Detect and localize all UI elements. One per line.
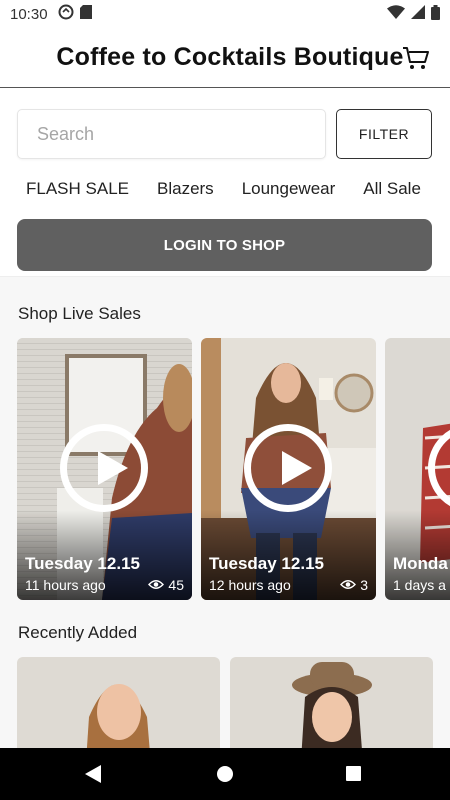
home-icon[interactable] [217,766,233,782]
live-sale-views: 3 [340,577,368,593]
recents-icon[interactable] [346,766,361,781]
category-blazers[interactable]: Blazers [143,179,228,199]
category-all-sale[interactable]: All Sale [349,179,435,199]
section-title-live-sales: Shop Live Sales [18,304,141,323]
live-sale-card[interactable]: Tuesday 12.15 11 hours ago 45 [17,338,192,600]
eye-icon [148,577,165,593]
live-sale-time: 1 days a [393,577,446,593]
live-sale-date: Tuesday 12.15 [209,554,324,573]
play-icon[interactable] [244,424,332,512]
live-sale-card[interactable]: Tuesday 12.15 12 hours ago 3 [201,338,376,600]
sync-icon [58,4,74,24]
eye-icon [340,577,357,593]
login-to-shop-button[interactable]: LOGIN TO SHOP [17,219,432,271]
status-time: 10:30 [10,5,48,23]
page-title: Coffee to Cocktails Boutique [56,43,404,71]
live-sale-time: 11 hours ago [25,577,106,593]
category-flash-sale[interactable]: FLASH SALE [0,179,143,199]
views-count: 45 [168,577,184,593]
back-icon[interactable] [85,765,101,783]
category-tabs: FLASH SALE Blazers Loungewear All Sale [0,172,450,206]
section-title-recently-added: Recently Added [18,623,138,642]
status-icons [387,4,440,24]
search-input[interactable] [17,109,326,159]
live-sale-time: 12 hours ago [209,577,291,593]
battery-icon [431,4,440,24]
system-nav-bar [0,748,450,800]
category-loungewear[interactable]: Loungewear [228,179,350,199]
cart-icon[interactable] [402,44,430,72]
play-icon[interactable] [60,424,148,512]
product-card[interactable] [17,657,220,748]
sd-card-icon [79,5,92,23]
main-content: Shop Live Sales Tuesday 12.15 11 hours a… [0,276,450,748]
live-sale-card[interactable]: Monda 1 days a [385,338,450,600]
filter-button[interactable]: FILTER [336,109,432,159]
live-sale-views: 45 [148,577,184,593]
product-thumbnail [230,657,433,748]
product-card[interactable] [230,657,433,748]
product-thumbnail [17,657,220,748]
app-header: Coffee to Cocktails Boutique [0,28,450,88]
live-sale-date: Tuesday 12.15 [25,554,140,573]
status-bar: 10:30 [0,0,450,28]
wifi-icon [387,5,405,23]
signal-icon [411,5,425,23]
live-sale-date: Monda [393,554,448,573]
views-count: 3 [360,577,368,593]
